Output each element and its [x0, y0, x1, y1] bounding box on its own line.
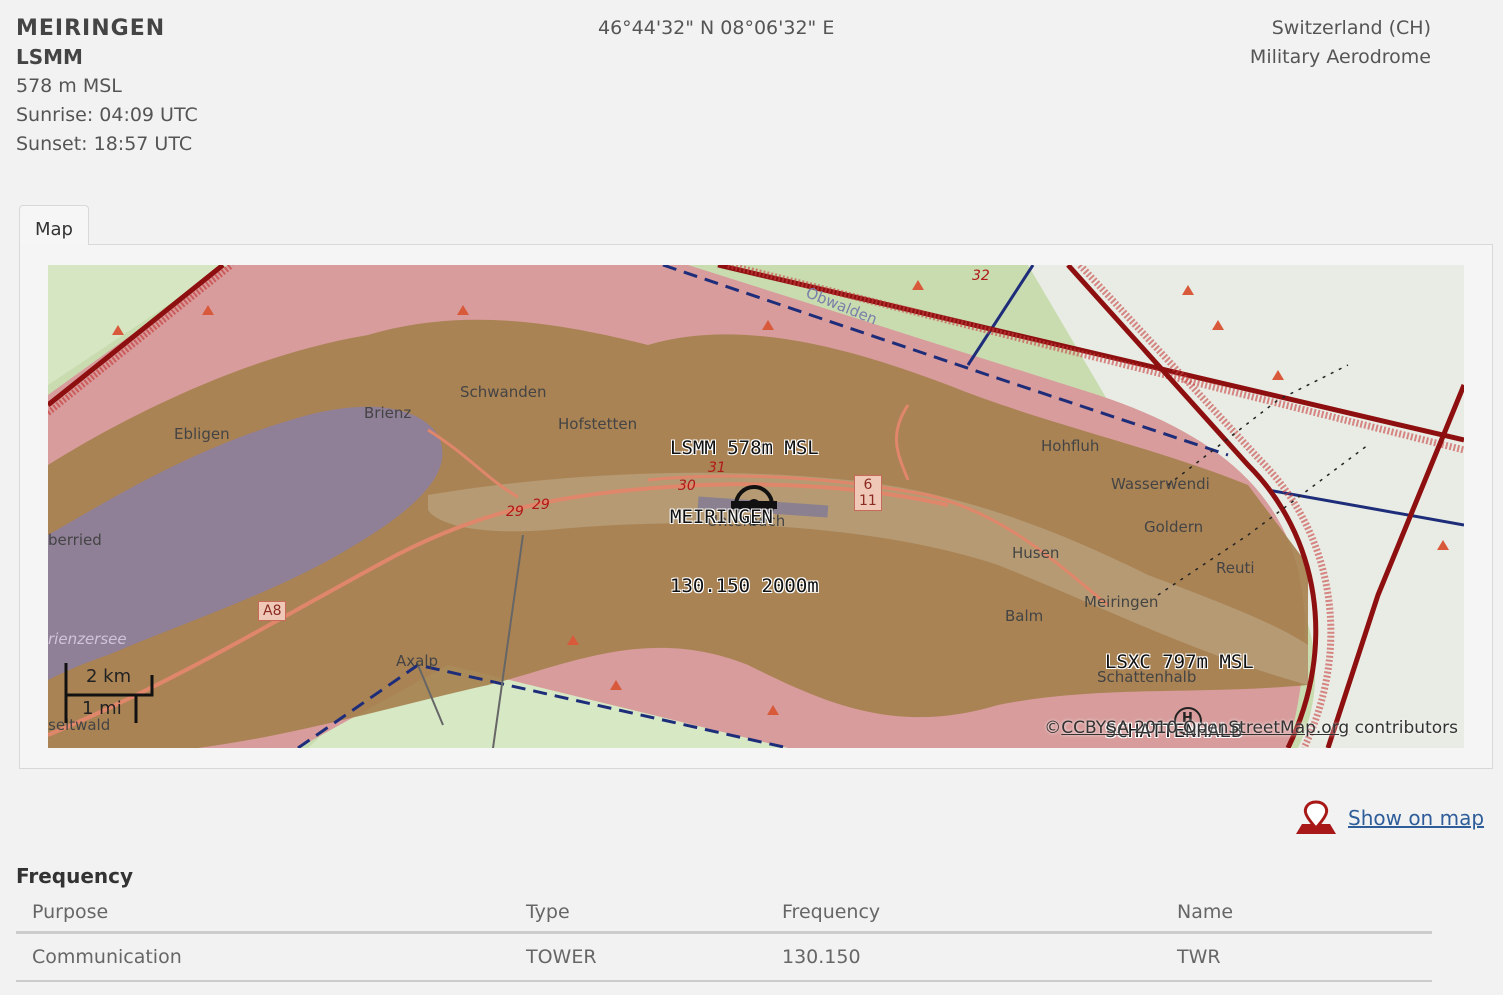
place-label: Goldern [1144, 518, 1204, 536]
cell-frequency: 130.150 [766, 932, 1161, 982]
airport-map-label-line: 130.150 2000m [670, 575, 819, 597]
place-label: Brienz [364, 404, 412, 422]
airport-map-label-line: LSMM 578m MSL [670, 437, 819, 459]
place-label: Husen [1012, 544, 1060, 562]
place-label: Ebligen [174, 425, 230, 443]
motorway-sign: A8 [258, 601, 287, 621]
column-header-name: Name [1161, 893, 1432, 934]
airport-sunrise: Sunrise: 04:09 UTC [16, 104, 198, 126]
road-number: 29 [532, 497, 550, 513]
place-label: Hohfluh [1041, 437, 1100, 455]
copyright-suffix: contributors [1349, 718, 1458, 738]
place-label: berried [48, 531, 102, 549]
copyright-symbol: © [1044, 718, 1062, 738]
airport-icao: LSMM [16, 45, 83, 69]
airport-map-label: LSMM 578m MSL MEIRINGEN 130.150 2000m [670, 391, 819, 644]
cell-purpose: Communication [16, 932, 510, 982]
scale-km: 2 km [86, 666, 132, 687]
airport-map-label-line: LSXC 797m MSL [1105, 651, 1254, 673]
copyright-year: 2010 [1128, 718, 1183, 738]
cell-type: TOWER [510, 932, 766, 982]
place-label: Axalp [396, 652, 439, 670]
frequency-table: Purpose Type Frequency Name Communicatio… [16, 893, 1432, 982]
column-header-frequency: Frequency [766, 893, 1161, 934]
table-header-row: Purpose Type Frequency Name [16, 893, 1432, 934]
map-pin-icon [1296, 800, 1336, 834]
map-scale-bar: 2 km 1 mi [64, 663, 164, 725]
show-on-map-link[interactable]: Show on map [1348, 806, 1484, 830]
place-label: Wasserwendi [1111, 475, 1210, 493]
airport-sunset: Sunset: 18:57 UTC [16, 133, 193, 155]
place-label: Hofstetten [558, 415, 638, 433]
airport-header: MEIRINGEN LSMM 578 m MSL Sunrise: 04:09 … [16, 14, 198, 159]
license-link[interactable]: CCBYSA [1061, 718, 1129, 738]
road-sign: 6 11 [854, 475, 882, 511]
place-label: Schwanden [460, 383, 547, 401]
lake-label: rienzersee [48, 630, 127, 648]
map-copyright: ©CCBYSA 2010 OpenStreetMap.org contribut… [1044, 718, 1458, 738]
airport-country: Switzerland (CH) [1271, 17, 1431, 39]
road-number: 32 [972, 268, 990, 284]
airspace-map[interactable]: Schwanden Brienz Ebligen Hofstetten berr… [48, 265, 1464, 748]
tab-map[interactable]: Map [19, 205, 89, 245]
place-label: Reuti [1216, 559, 1255, 577]
airport-map-label-line: MEIRINGEN [670, 506, 773, 528]
column-header-purpose: Purpose [16, 893, 510, 934]
road-number: 29 [506, 504, 524, 520]
road-sign-bottom: 11 [859, 493, 877, 509]
road-sign-top: 6 [863, 477, 873, 493]
airport-elevation: 578 m MSL [16, 75, 122, 97]
frequency-heading: Frequency [16, 864, 134, 888]
airport-header-right: Switzerland (CH) Military Aerodrome [1250, 14, 1431, 72]
osm-link[interactable]: OpenStreetMap.org [1183, 718, 1349, 738]
show-on-map[interactable]: Show on map [1292, 800, 1484, 836]
airport-coordinates: 46°44'32" N 08°06'32" E [598, 17, 835, 39]
airport-type: Military Aerodrome [1249, 46, 1431, 68]
scale-mi: 1 mi [82, 698, 122, 719]
cell-name: TWR [1161, 932, 1432, 982]
table-row: Communication TOWER 130.150 TWR [16, 932, 1432, 982]
airport-name: MEIRINGEN [16, 16, 166, 41]
column-header-type: Type [510, 893, 766, 934]
place-label: Balm [1005, 607, 1044, 625]
